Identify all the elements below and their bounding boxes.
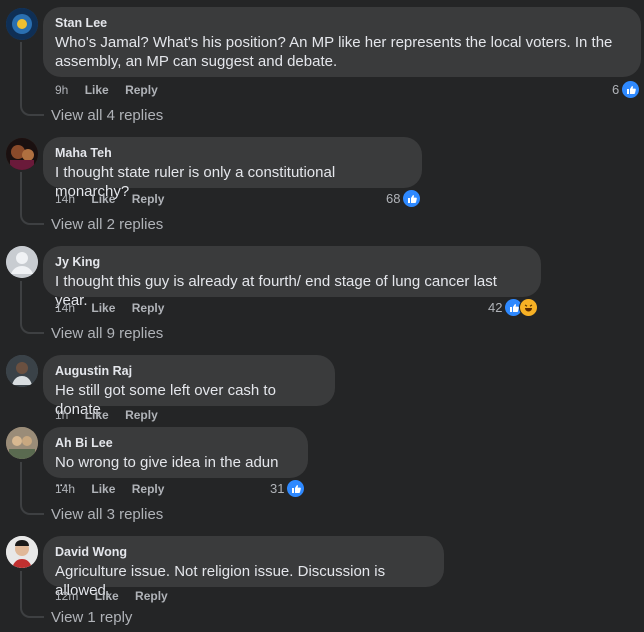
thread-connector — [20, 213, 44, 225]
reaction-summary[interactable]: 42 — [488, 298, 539, 317]
reply-button[interactable]: Reply — [132, 482, 165, 496]
comment-author[interactable]: David Wong — [55, 544, 432, 560]
view-replies-link[interactable]: View 1 reply — [51, 609, 132, 626]
laughing-face-icon — [519, 298, 539, 317]
view-replies-link[interactable]: View all 2 replies — [51, 216, 163, 233]
thread-connector — [20, 322, 44, 334]
comment-actions: 1h Like Reply — [55, 408, 171, 422]
like-button[interactable]: Like — [85, 83, 109, 97]
view-replies-link[interactable]: View all 3 replies — [51, 506, 163, 523]
avatar[interactable] — [6, 536, 38, 568]
reaction-summary[interactable]: 31 — [270, 479, 306, 498]
comment-actions: 14h Like Reply — [55, 482, 177, 496]
reaction-summary[interactable]: 68 — [386, 189, 422, 208]
thread-connector — [20, 503, 44, 515]
comment-author[interactable]: Maha Teh — [55, 145, 410, 161]
comment-author[interactable]: Augustin Raj — [55, 363, 323, 379]
thread-connector — [20, 104, 44, 116]
thread-line — [20, 462, 22, 503]
like-button[interactable]: Like — [91, 301, 115, 315]
comment-actions: 14h Like Reply — [55, 192, 177, 206]
reply-button[interactable]: Reply — [125, 83, 158, 97]
comment-bubble: Stan Lee Who's Jamal? What's his positio… — [43, 7, 641, 77]
thread-line — [20, 571, 22, 606]
comment-bubble: Jy King I thought this guy is already at… — [43, 246, 541, 309]
comment-bubble: David Wong Agriculture issue. Not religi… — [43, 536, 444, 599]
reaction-count: 6 — [612, 82, 620, 97]
like-button[interactable]: Like — [85, 408, 109, 422]
comment-bubble: Ah Bi Lee No wrong to give idea in the a… — [43, 427, 308, 490]
comment-author[interactable]: Jy King — [55, 254, 529, 270]
avatar[interactable] — [6, 427, 38, 459]
avatar[interactable] — [6, 138, 38, 170]
comment-time[interactable]: 12m — [55, 589, 78, 603]
reply-button[interactable]: Reply — [132, 192, 165, 206]
comment-actions: 9h Like Reply — [55, 83, 171, 97]
reply-button[interactable]: Reply — [132, 301, 165, 315]
reply-button[interactable]: Reply — [125, 408, 158, 422]
reaction-count: 42 — [488, 300, 503, 315]
view-replies-link[interactable]: View all 9 replies — [51, 325, 163, 342]
avatar[interactable] — [6, 355, 38, 387]
reaction-summary[interactable]: 6 — [612, 80, 641, 99]
comment-actions: 12m Like Reply — [55, 589, 181, 603]
thumbs-up-icon — [286, 479, 306, 498]
view-replies-link[interactable]: View all 4 replies — [51, 107, 163, 124]
avatar[interactable] — [6, 8, 38, 40]
thread-connector — [20, 606, 44, 618]
comment-author[interactable]: Stan Lee — [55, 15, 629, 31]
thumbs-up-icon — [402, 189, 422, 208]
reply-button[interactable]: Reply — [135, 589, 168, 603]
comment-time[interactable]: 14h — [55, 482, 75, 496]
comment-bubble: Maha Teh I thought state ruler is only a… — [43, 137, 422, 200]
reaction-count: 31 — [270, 481, 285, 496]
like-button[interactable]: Like — [91, 192, 115, 206]
thread-line — [20, 42, 22, 104]
comment-time[interactable]: 9h — [55, 83, 68, 97]
comment-author[interactable]: Ah Bi Lee — [55, 435, 296, 451]
comment-time[interactable]: 14h — [55, 192, 75, 206]
thread-line — [20, 172, 22, 213]
comment-bubble: Augustin Raj He still got some left over… — [43, 355, 335, 418]
reaction-count: 68 — [386, 191, 401, 206]
thread-line — [20, 281, 22, 322]
avatar[interactable] — [6, 246, 38, 278]
comment-actions: 14h Like Reply — [55, 301, 177, 315]
comment-text: Who's Jamal? What's his position? An MP … — [55, 34, 613, 70]
comment-time[interactable]: 1h — [55, 408, 68, 422]
like-button[interactable]: Like — [95, 589, 119, 603]
like-button[interactable]: Like — [91, 482, 115, 496]
thumbs-up-icon — [621, 80, 641, 99]
comment-time[interactable]: 14h — [55, 301, 75, 315]
